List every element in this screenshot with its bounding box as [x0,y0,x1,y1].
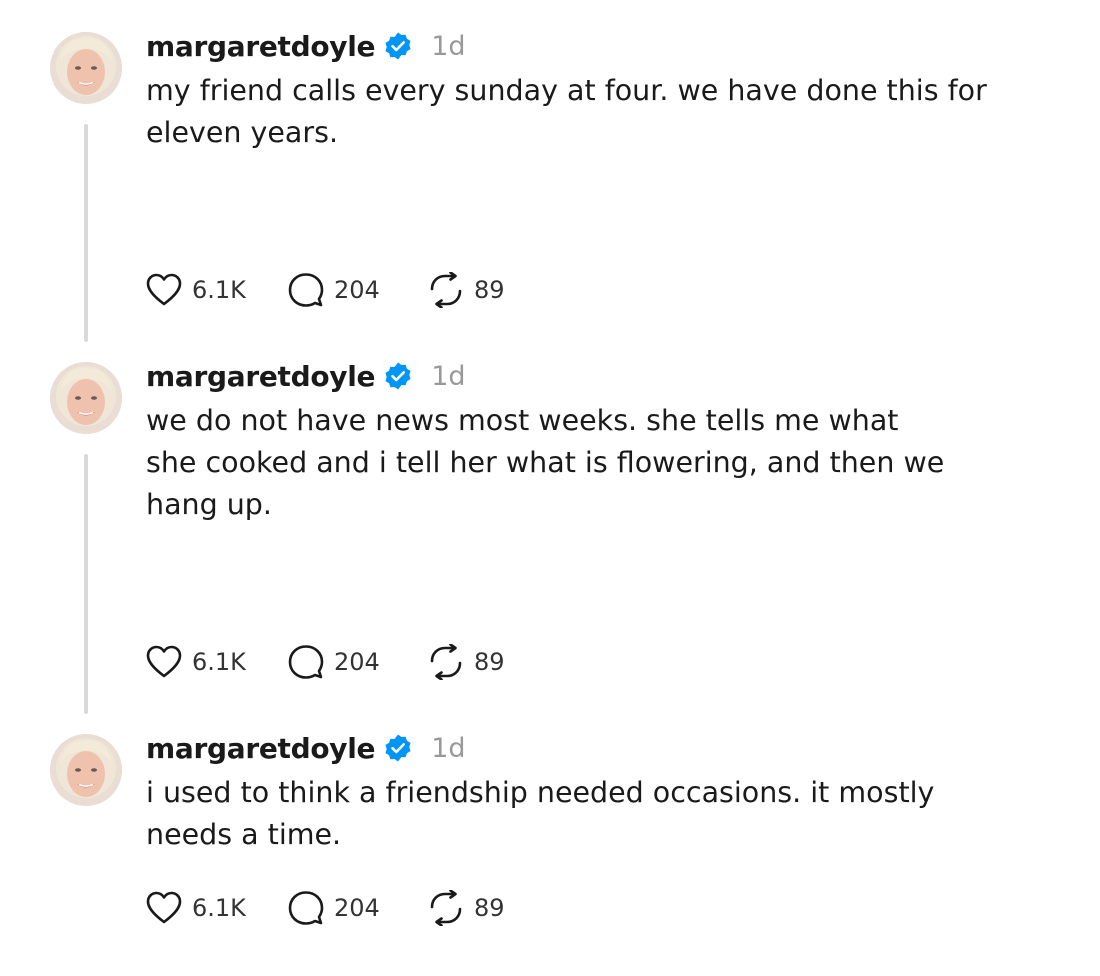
timestamp[interactable]: 1d [431,31,465,62]
speech-bubble-icon [288,645,324,679]
post-text: my friend calls every sunday at four. we… [146,70,1066,154]
reply-button[interactable]: 204 [288,890,428,926]
repost-arrows-icon [430,272,462,308]
heart-icon [146,273,182,306]
verified-badge-icon [385,734,411,762]
like-count: 6.1K [192,276,246,304]
post-header: margaretdoyle 1d [146,28,466,64]
repost-count: 89 [474,276,505,304]
thread-line [84,454,88,714]
username[interactable]: margaretdoyle [146,30,376,63]
username[interactable]: margaretdoyle [146,732,376,765]
action-bar: 6.1K 204 89 [146,270,548,310]
verified-badge-icon [385,32,411,60]
post-text-line: needs a time. [146,818,342,851]
repost-button[interactable]: 89 [428,272,548,308]
post-text-line: she cooked and i tell her what is flower… [146,446,945,479]
repost-button[interactable]: 89 [428,644,548,680]
avatar[interactable] [50,734,122,806]
avatar[interactable] [50,362,122,434]
timestamp[interactable]: 1d [431,361,465,392]
avatar[interactable] [50,32,122,104]
heart-icon [146,891,182,924]
repost-arrows-icon [430,644,462,680]
post-text-line: we do not have news most weeks. she tell… [146,404,899,437]
action-bar: 6.1K 204 89 [146,642,548,682]
reply-count: 204 [334,894,380,922]
post-header: margaretdoyle 1d [146,730,466,766]
like-button[interactable]: 6.1K [146,273,288,307]
speech-bubble-icon [288,891,324,925]
verified-badge-icon [385,362,411,390]
reply-count: 204 [334,648,380,676]
repost-count: 89 [474,894,505,922]
like-count: 6.1K [192,648,246,676]
post-text-line: i used to think a friendship needed occa… [146,776,935,809]
post-text: i used to think a friendship needed occa… [146,772,1066,856]
post-text-line: eleven years. [146,116,338,149]
post-header: margaretdoyle 1d [146,358,466,394]
post-text-line: my friend calls every sunday at four. we… [146,74,987,107]
thread-line [84,124,88,342]
speech-bubble-icon [288,273,324,307]
like-button[interactable]: 6.1K [146,645,288,679]
post-text-line: hang up. [146,488,272,521]
repost-count: 89 [474,648,505,676]
username[interactable]: margaretdoyle [146,360,376,393]
reply-count: 204 [334,276,380,304]
reply-button[interactable]: 204 [288,272,428,308]
reply-button[interactable]: 204 [288,644,428,680]
action-bar: 6.1K 204 89 [146,888,548,928]
timestamp[interactable]: 1d [431,733,465,764]
repost-button[interactable]: 89 [428,890,548,926]
heart-icon [146,645,182,678]
like-count: 6.1K [192,894,246,922]
like-button[interactable]: 6.1K [146,891,288,925]
post-text: we do not have news most weeks. she tell… [146,400,1066,526]
repost-arrows-icon [430,890,462,926]
